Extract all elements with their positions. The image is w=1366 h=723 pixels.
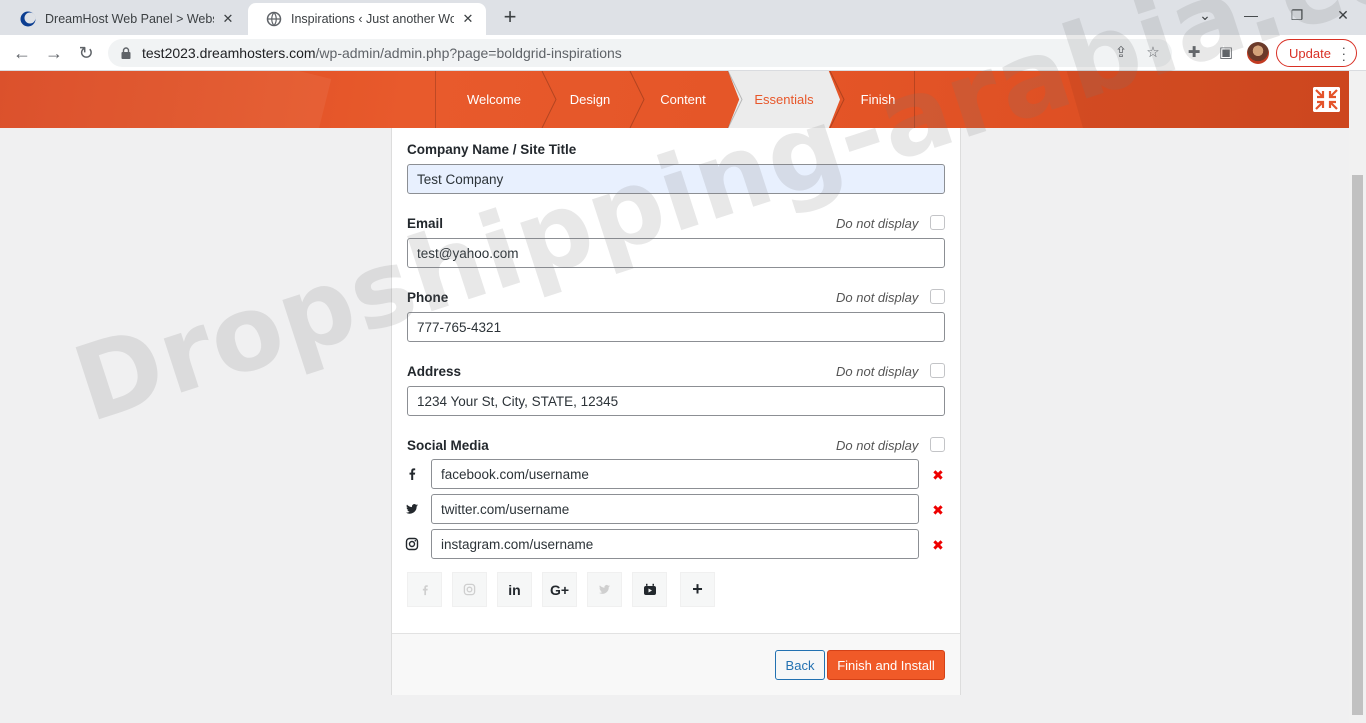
share-icon[interactable]: ⇪ [1112,44,1130,62]
social-media-label: Social Media [407,438,489,453]
page-scrollbar-thumb[interactable] [1352,175,1363,715]
company-name-input[interactable] [407,164,945,194]
facebook-url-input[interactable] [431,459,919,489]
step-design[interactable]: Design [550,71,630,128]
social-do-not-display-checkbox[interactable] [930,437,945,452]
step-finish[interactable]: Finish [840,71,916,128]
back-arrow-icon[interactable]: ← [8,39,36,67]
browser-tab-dreamhost[interactable]: DreamHost Web Panel > Websites ✕ [2,3,246,35]
browser-tab-bar: DreamHost Web Panel > Websites ✕ Inspira… [0,0,1366,35]
wizard-steps: Welcome Design Content Essentials Finish [435,71,915,128]
side-panel-icon[interactable]: ▣ [1216,43,1236,63]
tab-search-chevron-icon[interactable]: ⌄ [1182,0,1228,30]
instagram-icon [405,537,419,551]
dreamhost-favicon-icon [20,11,36,27]
more-menu-icon[interactable]: · · · [1342,41,1346,66]
add-instagram-button[interactable] [452,572,487,607]
forward-arrow-icon[interactable]: → [40,39,68,67]
phone-input[interactable] [407,312,945,342]
minimize-icon[interactable]: — [1228,0,1274,30]
email-do-not-display-checkbox[interactable] [930,215,945,230]
instagram-icon [463,583,476,596]
twitter-icon [598,584,611,594]
close-tab-icon[interactable]: ✕ [220,11,236,27]
close-window-icon[interactable]: ✕ [1320,0,1366,30]
youtube-icon [643,583,656,595]
address-label: Address [407,364,462,379]
address-bar[interactable]: test2023.dreamhosters.com/wp-admin/admin… [108,39,1172,67]
essentials-card: Company Name / Site Title Email Do not d… [391,128,961,695]
plus-icon: + [692,579,703,599]
facebook-icon [409,468,416,480]
step-essentials[interactable]: Essentials [736,71,832,128]
step-content[interactable]: Content [638,71,728,128]
add-more-networks-button[interactable]: + [680,572,715,607]
email-input[interactable] [407,238,945,268]
phone-label: Phone [407,290,449,305]
back-button[interactable]: Back [775,650,825,680]
instagram-url-input[interactable] [431,529,919,559]
tab-title: DreamHost Web Panel > Websites [45,12,214,26]
card-footer: Back Finish and Install [392,633,960,695]
phone-do-not-display-label: Do not display [836,290,919,305]
social-do-not-display-label: Do not display [836,438,919,453]
browser-tab-inspirations[interactable]: Inspirations ‹ Just another WordPress si… [248,3,486,35]
address-do-not-display-checkbox[interactable] [930,363,945,378]
exit-fullscreen-icon[interactable] [1313,87,1340,112]
linkedin-icon: in [508,581,521,598]
browser-toolbar: ← → ↻ test2023.dreamhosters.com/wp-admin… [0,35,1366,71]
email-do-not-display-label: Do not display [836,216,919,231]
url-text: test2023.dreamhosters.com/wp-admin/admin… [142,45,622,61]
finish-and-install-button[interactable]: Finish and Install [827,650,945,680]
phone-do-not-display-checkbox[interactable] [930,289,945,304]
email-label: Email [407,216,444,231]
address-input[interactable] [407,386,945,416]
remove-facebook-icon[interactable]: ✖ [932,468,944,482]
add-facebook-button[interactable] [407,572,442,607]
add-linkedin-button[interactable]: in [497,572,532,607]
profile-avatar[interactable] [1247,42,1269,64]
facebook-icon [422,584,428,595]
add-youtube-button[interactable] [632,572,667,607]
google-plus-icon: G+ [549,581,570,598]
extensions-puzzle-icon[interactable]: ✚ [1184,43,1204,63]
new-tab-icon[interactable]: + [498,6,522,30]
remove-instagram-icon[interactable]: ✖ [932,538,944,552]
globe-icon [266,11,282,27]
update-button[interactable]: Update · · · [1276,39,1357,67]
wizard-header: Welcome Design Content Essentials Finish [0,71,1366,128]
close-tab-icon[interactable]: ✕ [460,11,476,27]
reload-icon[interactable]: ↻ [72,39,100,67]
company-name-label: Company Name / Site Title [407,142,577,157]
restore-icon[interactable]: ❐ [1274,0,1320,30]
step-welcome[interactable]: Welcome [446,71,542,128]
twitter-icon [406,504,418,514]
bookmark-star-icon[interactable]: ☆ [1144,44,1162,62]
twitter-url-input[interactable] [431,494,919,524]
remove-twitter-icon[interactable]: ✖ [932,503,944,517]
add-google-plus-button[interactable]: G+ [542,572,577,607]
address-do-not-display-label: Do not display [836,364,919,379]
add-twitter-button[interactable] [587,572,622,607]
tab-title: Inspirations ‹ Just another WordPress si… [291,12,454,26]
lock-icon [121,47,131,59]
